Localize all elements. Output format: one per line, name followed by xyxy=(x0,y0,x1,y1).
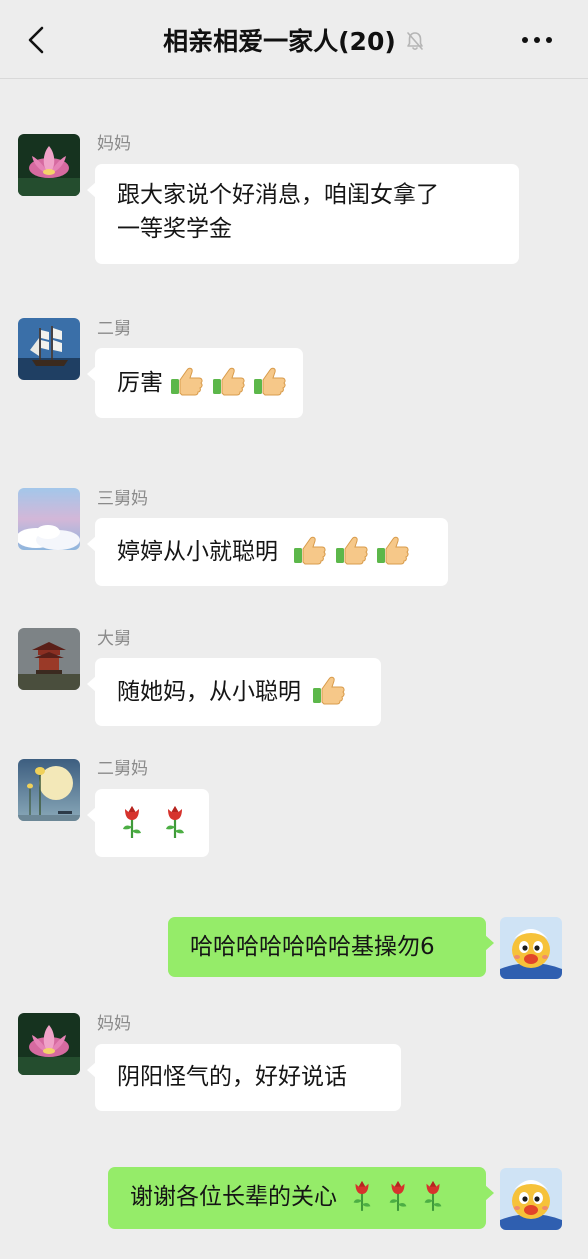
message-text: 哈哈哈哈哈哈哈基操勿6 xyxy=(190,934,435,960)
title-group: 相亲相爱一家人(20) xyxy=(0,22,588,62)
message-text: 随她妈，从小聪明 xyxy=(117,679,301,705)
message-bubble[interactable]: 厉害 xyxy=(87,348,303,418)
message-text: 阴阳怪气的，好好说话 xyxy=(117,1064,347,1090)
rose-icon xyxy=(419,1178,447,1212)
message-text-line: 跟大家说个好消息，咱闺女拿了 xyxy=(117,182,439,208)
bubble-tail xyxy=(87,536,96,552)
moon-lotus-avatar[interactable] xyxy=(18,759,80,821)
thumbs-up-icon xyxy=(293,535,327,565)
message-bubble[interactable]: 阴阳怪气的，好好说话 xyxy=(87,1044,401,1111)
sender-name: 妈妈 xyxy=(97,134,131,154)
lotus-avatar[interactable] xyxy=(18,1013,80,1075)
message-text: 谢谢各位长辈的关心 xyxy=(130,1184,337,1210)
pavilion-avatar[interactable] xyxy=(18,628,80,690)
message-bubble[interactable] xyxy=(87,789,209,857)
message-bubble[interactable]: 随她妈，从小聪明 xyxy=(87,658,381,726)
chat-screen: 相亲相爱一家人(20) 妈妈 跟大家说个好消息，咱闺女拿了 一等奖学金 二舅 厉… xyxy=(0,0,588,1259)
message-text: 厉害 xyxy=(117,370,163,396)
rose-icon xyxy=(160,803,190,839)
sender-name: 二舅妈 xyxy=(97,759,148,779)
thumbs-up-icon xyxy=(212,366,246,396)
cartoon-duck-avatar[interactable] xyxy=(500,917,562,979)
message-text: 婷婷从小就聪明 xyxy=(117,539,278,565)
bubble-tail xyxy=(87,807,96,823)
message-bubble[interactable]: 跟大家说个好消息，咱闺女拿了 一等奖学金 xyxy=(87,164,519,264)
bubble-tail xyxy=(87,366,96,382)
bubble-tail xyxy=(87,676,96,692)
chat-title: 相亲相爱一家人(20) xyxy=(163,27,396,56)
bell-off-icon xyxy=(405,30,425,52)
chat-header: 相亲相爱一家人(20) xyxy=(0,0,588,79)
lotus-avatar[interactable] xyxy=(18,134,80,196)
message-bubble[interactable]: 婷婷从小就聪明 xyxy=(87,518,448,586)
message-bubble[interactable]: 谢谢各位长辈的关心 xyxy=(108,1167,494,1229)
rose-icon xyxy=(384,1178,412,1212)
sender-name: 二舅 xyxy=(97,319,131,339)
more-button[interactable] xyxy=(520,30,554,50)
sender-name: 妈妈 xyxy=(97,1014,131,1034)
bubble-tail xyxy=(87,182,96,198)
sailing-ship-avatar[interactable] xyxy=(18,318,80,380)
bubble-tail xyxy=(485,935,494,951)
sender-name: 大舅 xyxy=(97,629,131,649)
thumbs-up-icon xyxy=(253,366,287,396)
thumbs-up-icon xyxy=(312,675,346,705)
cartoon-duck-avatar[interactable] xyxy=(500,1168,562,1230)
bubble-tail xyxy=(485,1185,494,1201)
sky-clouds-avatar[interactable] xyxy=(18,488,80,550)
bubble-tail xyxy=(87,1062,96,1078)
thumbs-up-icon xyxy=(335,535,369,565)
sender-name: 三舅妈 xyxy=(97,489,148,509)
thumbs-up-icon xyxy=(376,535,410,565)
rose-icon xyxy=(117,803,147,839)
message-text-line: 一等奖学金 xyxy=(117,216,232,242)
more-dots-icon xyxy=(522,37,552,43)
message-bubble[interactable]: 哈哈哈哈哈哈哈基操勿6 xyxy=(168,917,494,977)
thumbs-up-icon xyxy=(170,366,204,396)
rose-icon xyxy=(348,1178,376,1212)
